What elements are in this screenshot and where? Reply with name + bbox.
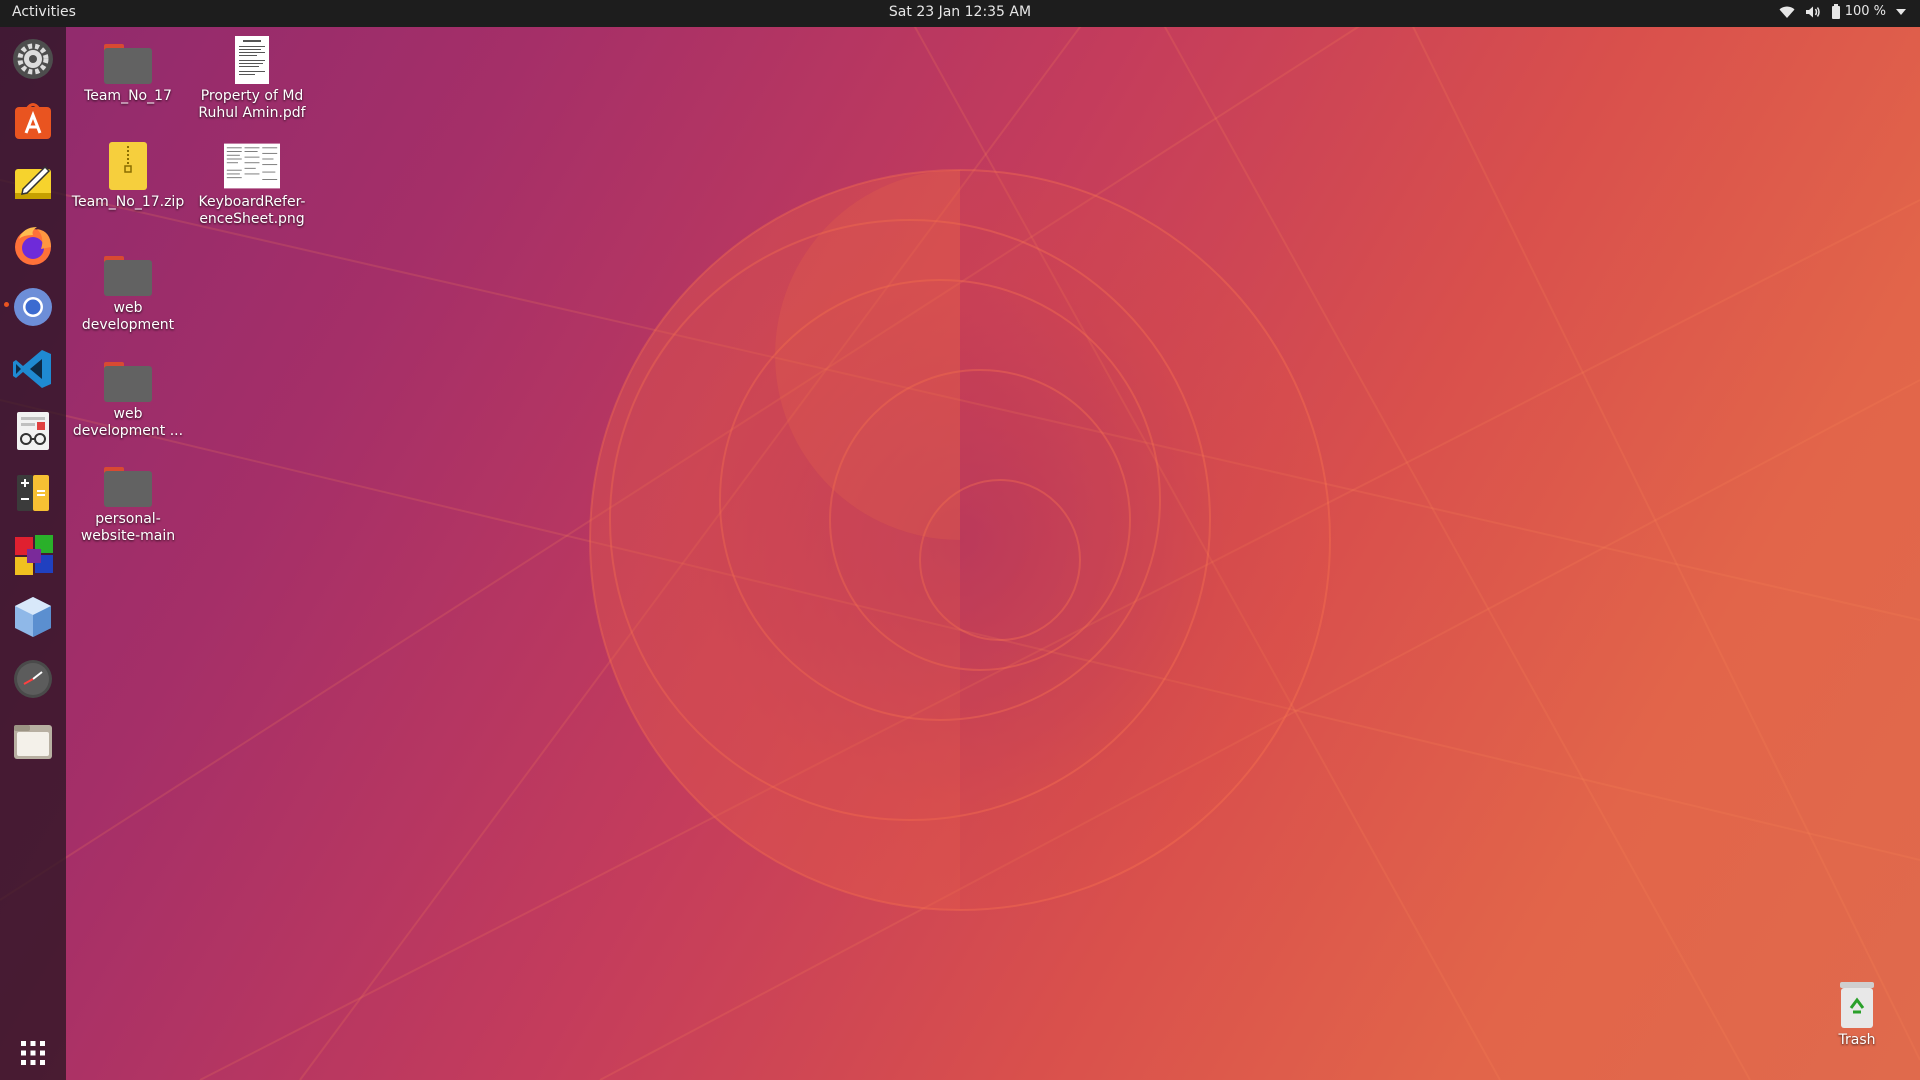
- dock-item-text-editor[interactable]: [9, 159, 57, 207]
- chromium-icon: [14, 288, 52, 326]
- color-blocks-icon: [15, 535, 53, 575]
- desktop-item-personal-website-main[interactable]: personal-website-main: [68, 455, 188, 545]
- clock-button[interactable]: Sat 23 Jan 12:35 AM: [889, 4, 1031, 20]
- pencil-note-icon: [15, 165, 51, 199]
- gear-icon: [13, 39, 53, 79]
- battery-icon: [1831, 4, 1841, 19]
- dock-item-ubuntu-software[interactable]: [9, 97, 57, 145]
- desktop-item-team-no-17-zip[interactable]: Team_No_17.zip: [68, 138, 188, 211]
- wifi-icon: [1779, 5, 1795, 19]
- chevron-down-icon: [1896, 8, 1906, 16]
- vscode-icon: [13, 350, 51, 388]
- dock-item-color-app[interactable]: [9, 531, 57, 579]
- top-bar: Activities Sat 23 Jan 12:35 AM 100 %: [0, 0, 1920, 27]
- dock-item-files[interactable]: [9, 717, 57, 765]
- dock-item-calculator[interactable]: [9, 469, 57, 517]
- clock-area: Sat 23 Jan 12:35 AM: [0, 4, 1920, 20]
- desktop-item-label: KeyboardRefer-enceSheet.png: [198, 194, 306, 227]
- desktop-item-label: web development: [81, 300, 175, 333]
- dock-item-vscode[interactable]: [9, 345, 57, 393]
- folder-icon: [14, 725, 52, 759]
- dock-item-clocks[interactable]: [9, 655, 57, 703]
- battery-percent: 100 %: [1844, 4, 1886, 19]
- cube-icon: [15, 597, 51, 637]
- folder-icon: [100, 350, 156, 402]
- zip-archive-icon: [100, 138, 156, 190]
- desktop-item-label: Team_No_17: [84, 88, 172, 104]
- folder-icon: [100, 455, 156, 507]
- dock-item-virtualbox[interactable]: [9, 593, 57, 641]
- image-thumbnail-icon: [224, 138, 280, 190]
- dock-item-chromium[interactable]: [9, 283, 57, 331]
- app-grid-icon: [21, 1041, 45, 1065]
- clock-icon: [14, 660, 52, 698]
- show-applications-button[interactable]: [9, 1029, 57, 1077]
- desktop-item-label: Property of Md Ruhul Amin.pdf: [198, 88, 306, 121]
- system-status-menu[interactable]: 100 %: [1779, 4, 1906, 19]
- firefox-icon: [15, 227, 51, 265]
- folder-icon: [100, 244, 156, 296]
- folder-icon: [100, 32, 156, 84]
- desktop-item-label: web development ...: [72, 406, 184, 439]
- desktop-item-team-no-17[interactable]: Team_No_17: [68, 32, 188, 105]
- document-viewer-icon: [17, 412, 49, 450]
- trash-icon: [1829, 980, 1885, 1028]
- desktop-item-label: Team_No_17.zip: [71, 194, 185, 210]
- activities-button[interactable]: Activities: [12, 4, 76, 20]
- desktop-item-trash[interactable]: Trash: [1797, 980, 1917, 1049]
- pdf-document-icon: [224, 32, 280, 84]
- dock-item-settings[interactable]: [9, 35, 57, 83]
- volume-icon: [1805, 5, 1821, 19]
- battery-indicator: 100 %: [1831, 4, 1886, 19]
- desktop-item-label: personal-website-main: [80, 511, 176, 544]
- desktop-item-pdf[interactable]: Property of Md Ruhul Amin.pdf: [192, 32, 312, 122]
- dock-item-document-viewer[interactable]: [9, 407, 57, 455]
- desktop-item-web-development[interactable]: web development: [68, 244, 188, 334]
- desktop-item-keyboard-reference-png[interactable]: KeyboardRefer-enceSheet.png: [192, 138, 312, 228]
- software-store-icon: [15, 103, 51, 139]
- dock: [0, 27, 66, 1080]
- desktop-item-label: Trash: [1838, 1032, 1876, 1048]
- calculator-icon: [17, 475, 49, 511]
- desktop-item-web-development-2[interactable]: web development ...: [68, 350, 188, 440]
- dock-item-firefox[interactable]: [9, 221, 57, 269]
